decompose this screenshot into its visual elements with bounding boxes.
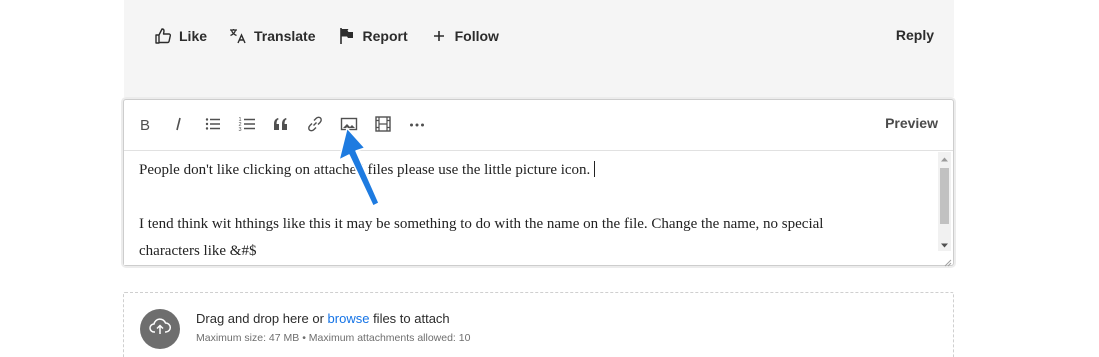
more-icon bbox=[408, 115, 426, 133]
translate-icon bbox=[229, 27, 247, 45]
numbered-list-button[interactable]: 123 bbox=[238, 115, 256, 133]
reply-page: Like Translate Report Follow Reply B 1 2… bbox=[0, 0, 1099, 357]
italic-button[interactable] bbox=[170, 115, 188, 133]
editor-text-area[interactable]: People don't like clicking on attached f… bbox=[124, 151, 939, 265]
insert-image-button[interactable] bbox=[340, 115, 358, 133]
report-button[interactable]: Report bbox=[338, 27, 408, 45]
report-label: Report bbox=[362, 28, 408, 44]
scroll-up-arrow-icon[interactable] bbox=[938, 153, 951, 166]
like-button[interactable]: Like bbox=[154, 27, 207, 45]
dropzone-text: Drag and drop here or bbox=[196, 311, 328, 326]
follow-label: Follow bbox=[454, 28, 499, 44]
attachment-dropzone[interactable]: Drag and drop here or browse files to at… bbox=[123, 292, 954, 357]
scroll-down-arrow-icon[interactable] bbox=[938, 239, 951, 252]
cloud-upload-icon bbox=[149, 316, 171, 343]
image-icon bbox=[340, 115, 358, 133]
bulleted-list-button[interactable] bbox=[204, 115, 222, 133]
svg-text:3: 3 bbox=[239, 127, 242, 133]
editor-scrollbar[interactable] bbox=[938, 152, 951, 251]
italic-icon bbox=[170, 115, 188, 133]
dropzone-text: files to attach bbox=[369, 311, 450, 326]
insert-video-button[interactable] bbox=[374, 115, 392, 133]
video-icon bbox=[374, 115, 392, 133]
bold-button[interactable]: B bbox=[136, 115, 154, 133]
like-label: Like bbox=[179, 28, 208, 44]
post-footer: Like Translate Report Follow Reply bbox=[124, 0, 954, 97]
scroll-thumb[interactable] bbox=[940, 168, 949, 224]
bulleted-list-icon bbox=[204, 115, 222, 133]
preview-button[interactable]: Preview bbox=[885, 115, 938, 131]
follow-button[interactable]: Follow bbox=[430, 27, 499, 45]
dropzone-instructions: Drag and drop here or browse files to at… bbox=[196, 311, 450, 326]
numbered-list-icon: 123 bbox=[238, 115, 256, 133]
more-options-button[interactable] bbox=[408, 115, 426, 133]
post-action-row: Like Translate Report Follow Reply bbox=[154, 24, 934, 48]
link-icon bbox=[306, 115, 324, 133]
svg-text:B: B bbox=[140, 117, 150, 133]
text-caret bbox=[594, 161, 596, 177]
browse-link[interactable]: browse bbox=[328, 311, 370, 326]
bold-icon: B bbox=[136, 115, 154, 133]
editor-content: People don't like clicking on attached f… bbox=[124, 151, 939, 260]
editor-toolbar: B 123 Preview bbox=[124, 100, 953, 151]
editor-paragraph: People don't like clicking on attached f… bbox=[139, 161, 924, 179]
flag-icon bbox=[338, 27, 356, 45]
link-button[interactable] bbox=[306, 115, 324, 133]
thumbs-up-icon bbox=[154, 27, 172, 45]
attachment-limits: Maximum size: 47 MB • Maximum attachment… bbox=[196, 332, 471, 344]
editor-paragraph: characters like &#$ bbox=[139, 243, 257, 259]
reply-button[interactable]: Reply bbox=[896, 27, 934, 43]
reply-editor: B 123 Preview People don't like clicking… bbox=[123, 99, 954, 267]
translate-button[interactable]: Translate bbox=[229, 27, 316, 45]
quote-icon bbox=[272, 115, 290, 133]
quote-button[interactable] bbox=[272, 115, 290, 133]
paragraph-text: People don't like clicking on attached f… bbox=[139, 162, 591, 178]
resize-grip-icon[interactable] bbox=[942, 254, 952, 267]
editor-paragraph: I tend think wit hthings like this it ma… bbox=[139, 216, 824, 232]
plus-icon bbox=[430, 27, 448, 45]
translate-label: Translate bbox=[254, 28, 316, 44]
upload-button[interactable] bbox=[140, 309, 180, 349]
